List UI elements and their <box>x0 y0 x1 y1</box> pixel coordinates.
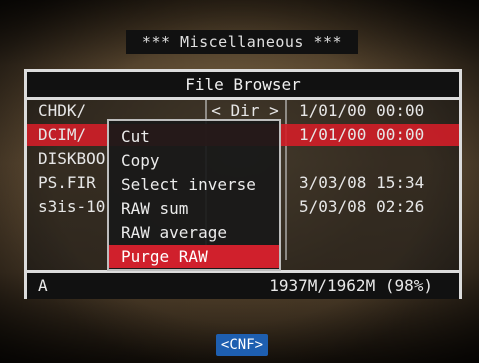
file-context-menu: Cut Copy Select inverse RAW sum RAW aver… <box>107 119 281 271</box>
storage-status-bar: A 1937M/1962M (98%) <box>27 270 459 299</box>
storage-space: 1937M/1962M (98%) <box>269 276 433 295</box>
menu-item-cut[interactable]: Cut <box>109 125 279 148</box>
file-date: 3/03/08 15:34 <box>299 173 425 192</box>
screen-title: *** Miscellaneous *** <box>126 30 358 54</box>
file-browser-title: File Browser <box>27 72 459 100</box>
menu-item-select-inverse[interactable]: Select inverse <box>109 173 279 196</box>
file-date: 1/01/00 00:00 <box>299 125 425 144</box>
menu-item-raw-sum[interactable]: RAW sum <box>109 197 279 220</box>
drive-letter: A <box>38 276 48 295</box>
menu-item-raw-average[interactable]: RAW average <box>109 221 279 244</box>
file-date: 5/03/08 02:26 <box>299 197 425 216</box>
menu-item-copy[interactable]: Copy <box>109 149 279 172</box>
file-date: 1/01/00 00:00 <box>299 101 425 120</box>
cnf-button[interactable]: <CNF> <box>216 334 268 356</box>
menu-item-purge-raw[interactable]: Purge RAW <box>109 245 279 268</box>
